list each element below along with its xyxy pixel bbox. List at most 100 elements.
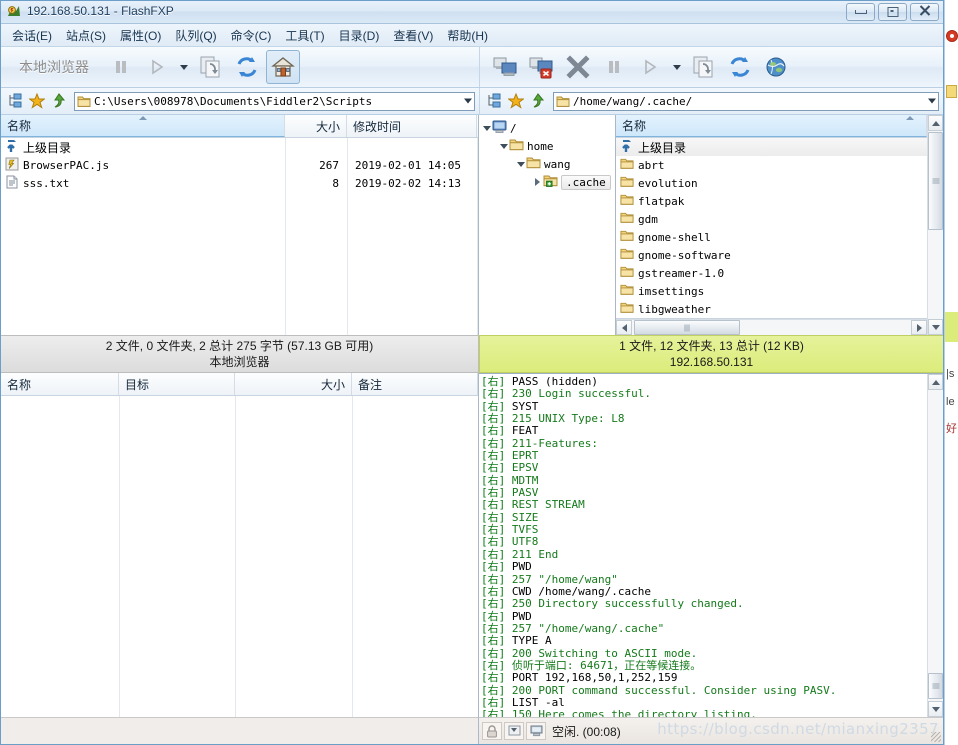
minimize-panel-icon[interactable] <box>504 722 524 740</box>
play-dropdown[interactable] <box>176 50 192 84</box>
play-button[interactable] <box>633 50 667 84</box>
column-modified[interactable]: 修改时间 <box>347 115 477 137</box>
transfer-queue[interactable]: 名称 目标 大小 备注 <box>1 373 479 744</box>
transfer-button[interactable] <box>687 50 721 84</box>
column-queue-remark[interactable]: 备注 <box>352 373 478 395</box>
server-icon[interactable] <box>526 722 546 740</box>
up-arrow-icon[interactable] <box>49 91 69 111</box>
tree-node-root[interactable]: / <box>481 119 615 137</box>
scroll-left-button[interactable] <box>616 320 632 335</box>
log-vertical-scrollbar[interactable] <box>927 374 943 717</box>
log-scroll-thumb[interactable] <box>928 673 943 699</box>
play-dropdown[interactable] <box>669 50 685 84</box>
table-row[interactable]: sss.txt 8 2019-02-02 14:13 <box>1 174 478 192</box>
scroll-right-button[interactable] <box>911 320 927 335</box>
scroll-down-button[interactable] <box>928 701 943 717</box>
menu-commands[interactable]: 命令(C) <box>224 25 279 46</box>
expand-arrow-icon[interactable] <box>532 178 543 186</box>
window-controls <box>846 3 939 21</box>
queue-body[interactable] <box>1 396 478 717</box>
list-item[interactable]: flatpak <box>616 192 927 210</box>
remote-list-header: 名称 <box>616 115 927 138</box>
menu-session[interactable]: 会话(E) <box>5 25 59 46</box>
log-message: LIST -al <box>511 695 565 709</box>
resize-grip[interactable] <box>931 732 941 742</box>
expand-arrow-icon[interactable] <box>515 161 526 167</box>
list-item[interactable]: evolution <box>616 174 927 192</box>
scroll-up-button[interactable] <box>928 374 943 390</box>
chevron-down-icon[interactable] <box>464 98 472 104</box>
log-scroll-track[interactable] <box>928 390 943 701</box>
scroll-up-button[interactable] <box>928 115 943 131</box>
remote-file-list[interactable]: 名称 上级目录 abrt evolution flatpak gdm gnome… <box>616 115 927 335</box>
menu-help[interactable]: 帮助(H) <box>440 25 495 46</box>
close-button[interactable] <box>910 3 939 21</box>
remote-directory-tree[interactable]: / home wang .cache <box>479 115 616 335</box>
expand-arrow-icon[interactable] <box>498 143 509 149</box>
menu-tools[interactable]: 工具(T) <box>278 25 331 46</box>
list-item[interactable]: gdm <box>616 210 927 228</box>
pause-button[interactable] <box>597 50 631 84</box>
local-list-body[interactable]: 上级目录 BrowserPAC.js 267 2019-02-01 14:05 … <box>1 138 478 335</box>
menu-directory[interactable]: 目录(D) <box>332 25 387 46</box>
lock-icon[interactable] <box>482 722 502 740</box>
vscroll-track[interactable] <box>928 131 943 319</box>
star-icon[interactable] <box>506 91 526 111</box>
connect-button[interactable] <box>489 50 523 84</box>
log-area[interactable]: [右] PASS (hidden) [右] 230 Login successfu… <box>479 373 943 717</box>
list-item[interactable]: libgweather <box>616 300 927 318</box>
bottom-panes: 名称 目标 大小 备注 [右] PASS (hidden) [右] 230 Log… <box>1 373 943 744</box>
list-item[interactable]: gnome-software <box>616 246 927 264</box>
tree-toggle-icon[interactable] <box>5 91 25 111</box>
home-button[interactable] <box>266 50 300 84</box>
tree-node-wang[interactable]: wang <box>481 155 615 173</box>
star-icon[interactable] <box>27 91 47 111</box>
list-item[interactable]: gnome-shell <box>616 228 927 246</box>
pause-button[interactable] <box>104 50 138 84</box>
disconnect-button[interactable] <box>525 50 559 84</box>
remote-horizontal-scrollbar[interactable] <box>616 319 927 335</box>
table-row[interactable]: BrowserPAC.js 267 2019-02-01 14:05 <box>1 156 478 174</box>
list-item[interactable]: gstreamer-1.0 <box>616 264 927 282</box>
menu-queue[interactable]: 队列(Q) <box>168 25 223 46</box>
list-item[interactable]: imsettings <box>616 282 927 300</box>
tree-node-home[interactable]: home <box>481 137 615 155</box>
log-line: [右] 230 Login successful. <box>481 388 927 400</box>
local-toolbar: 本地浏览器 <box>1 47 479 87</box>
column-name[interactable]: 名称 <box>616 115 927 137</box>
vscroll-thumb[interactable] <box>928 132 943 230</box>
menu-view[interactable]: 查看(V) <box>386 25 440 46</box>
column-queue-size[interactable]: 大小 <box>235 373 352 395</box>
expand-arrow-icon[interactable] <box>481 125 492 131</box>
local-file-list[interactable]: 名称 大小 修改时间 上级目录 BrowserPAC.js 267 2019-0… <box>1 115 479 335</box>
up-arrow-icon[interactable] <box>528 91 548 111</box>
column-name[interactable]: 名称 <box>1 115 285 137</box>
menu-sites[interactable]: 站点(S) <box>59 25 113 46</box>
abort-button[interactable] <box>561 50 595 84</box>
ftp-log-text[interactable]: [右] PASS (hidden) [右] 230 Login successfu… <box>479 374 927 717</box>
hscroll-track[interactable] <box>632 320 911 335</box>
scroll-down-button[interactable] <box>928 319 943 335</box>
chevron-down-icon[interactable] <box>928 98 936 104</box>
refresh-button[interactable] <box>723 50 757 84</box>
refresh-button[interactable] <box>230 50 264 84</box>
globe-button[interactable] <box>759 50 793 84</box>
tree-toggle-icon[interactable] <box>484 91 504 111</box>
column-size[interactable]: 大小 <box>285 115 347 137</box>
table-row[interactable]: 上级目录 <box>1 138 478 156</box>
column-queue-name[interactable]: 名称 <box>1 373 119 395</box>
remote-list-body[interactable]: 上级目录 abrt evolution flatpak gdm gnome-sh… <box>616 138 927 319</box>
hscroll-thumb[interactable] <box>634 320 740 335</box>
local-path-field[interactable]: C:\Users\008978\Documents\Fiddler2\Scrip… <box>74 91 475 111</box>
list-item[interactable]: 上级目录 <box>616 138 927 156</box>
minimize-button[interactable] <box>846 3 875 21</box>
play-button[interactable] <box>140 50 174 84</box>
list-item[interactable]: abrt <box>616 156 927 174</box>
transfer-button[interactable] <box>194 50 228 84</box>
maximize-button[interactable] <box>878 3 907 21</box>
tree-node-cache[interactable]: .cache <box>481 173 615 191</box>
remote-vertical-scrollbar[interactable] <box>927 115 943 335</box>
menu-options[interactable]: 属性(O) <box>113 25 168 46</box>
column-queue-target[interactable]: 目标 <box>119 373 235 395</box>
remote-path-field[interactable]: /home/wang/.cache/ <box>553 91 939 111</box>
